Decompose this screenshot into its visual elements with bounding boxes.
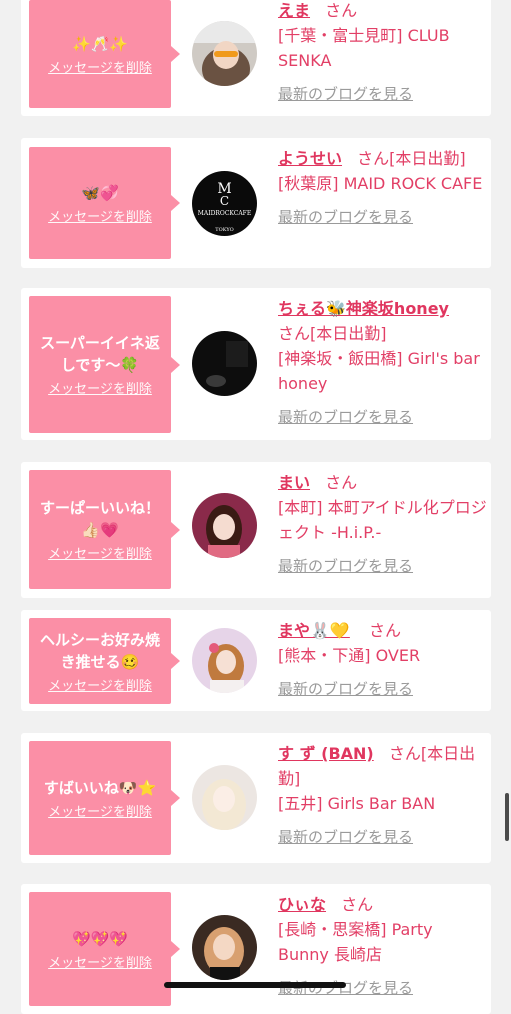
list-item: ✨🥂✨ メッセージを削除 えま さん [千葉・富士見町] CLUB SENKA … xyxy=(21,0,491,116)
delete-message-link[interactable]: メッセージを削除 xyxy=(48,378,152,397)
user-name-link[interactable]: す ず (BAN) xyxy=(278,744,374,763)
delete-message-link[interactable]: メッセージを削除 xyxy=(48,952,152,971)
list-item: ヘルシーお好み焼き推せる🥴 メッセージを削除 まや🐰💛 さん [熊本・下通] O… xyxy=(21,610,491,711)
user-name-link[interactable]: まや🐰💛 xyxy=(278,621,350,640)
message-text: 💖💖💖 xyxy=(71,929,129,948)
message-bubble: すばいいね🐶⭐ メッセージを削除 xyxy=(29,741,180,855)
message-bubble: ✨🥂✨ メッセージを削除 xyxy=(29,0,180,108)
blog-link[interactable]: 最新のブログを見る xyxy=(278,680,413,698)
avatar[interactable] xyxy=(192,21,257,86)
delete-message-link[interactable]: メッセージを削除 xyxy=(48,57,152,76)
user-name-link[interactable]: ちぇる🐝神楽坂honey xyxy=(278,299,449,318)
shop-text: [五井] Girls Bar BAN xyxy=(278,794,436,813)
delete-message-link[interactable]: メッセージを削除 xyxy=(48,543,152,562)
home-indicator[interactable] xyxy=(164,982,346,988)
user-name-link[interactable]: えま xyxy=(278,1,310,20)
message-bubble: 🦋💞 メッセージを削除 xyxy=(29,147,180,259)
shop-text: [長崎・思案橋] Party Bunny 長崎店 xyxy=(278,920,433,964)
maidrock-logo-text: MAIDROCKCAFE xyxy=(198,210,251,217)
message-text: 🦋💞 xyxy=(81,183,119,202)
blog-link[interactable]: 最新のブログを見る xyxy=(278,828,413,846)
message-bubble: 💖💖💖 メッセージを削除 xyxy=(29,892,180,1006)
status-badge: [本日出勤] xyxy=(389,149,466,168)
message-text: ヘルシーお好み焼き推せる🥴 xyxy=(39,630,160,671)
delete-message-link[interactable]: メッセージを削除 xyxy=(48,206,152,225)
avatar[interactable] xyxy=(192,915,257,980)
list-item: 🦋💞 メッセージを削除 M C MAIDROCKCAFE TOKYO ようせい … xyxy=(21,138,491,268)
maidrock-logo-sub: TOKYO xyxy=(215,227,233,233)
avatar[interactable] xyxy=(192,493,257,558)
blog-link[interactable]: 最新のブログを見る xyxy=(278,408,413,426)
list-item: すーぱーいいね！👍🏻💗 メッセージを削除 まい さん [本町] 本町アイドル化プ… xyxy=(21,462,491,598)
avatar[interactable] xyxy=(192,765,257,830)
delete-message-link[interactable]: メッセージを削除 xyxy=(48,675,152,694)
shop-text: [神楽坂・飯田橋] Girl's bar honey xyxy=(278,349,480,393)
user-name-link[interactable]: ようせい xyxy=(278,149,342,168)
message-bubble: スーパーイイネ返しです〜🍀 メッセージを削除 xyxy=(29,296,180,433)
honorific: さん xyxy=(325,473,358,492)
message-text: スーパーイイネ返しです〜🍀 xyxy=(40,334,160,374)
message-text: すばいいね🐶⭐ xyxy=(43,778,157,797)
list-item: 💖💖💖 メッセージを削除 ひぃな さん [長崎・思案橋] Party Bunny… xyxy=(21,884,491,1014)
blog-link[interactable]: 最新のブログを見る xyxy=(278,85,413,103)
message-text: すーぱーいいね！👍🏻💗 xyxy=(39,499,160,539)
blog-link[interactable]: 最新のブログを見る xyxy=(278,557,413,575)
shop-text: [千葉・富士見町] CLUB SENKA xyxy=(278,26,450,70)
avatar[interactable] xyxy=(192,628,257,693)
honorific: さん xyxy=(368,621,401,640)
shop-text: [熊本・下通] OVER xyxy=(278,646,421,665)
avatar[interactable]: M C MAIDROCKCAFE TOKYO xyxy=(192,171,257,236)
user-name-link[interactable]: まい xyxy=(278,473,310,492)
honorific: さん xyxy=(388,744,421,763)
honorific: さん xyxy=(341,895,374,914)
shop-text: [本町] 本町アイドル化プロジェクト -H.i.P.- xyxy=(278,498,487,542)
user-name-link[interactable]: ひぃな xyxy=(278,895,326,914)
svg-text:C: C xyxy=(220,194,229,208)
honorific: さん xyxy=(278,324,311,343)
delete-message-link[interactable]: メッセージを削除 xyxy=(48,801,152,820)
list-item: すばいいね🐶⭐ メッセージを削除 す ず (BAN) さん[本日出勤] [五井]… xyxy=(21,733,491,863)
scrollbar[interactable] xyxy=(505,793,509,841)
avatar[interactable] xyxy=(192,331,257,396)
blog-link[interactable]: 最新のブログを見る xyxy=(278,208,413,226)
message-bubble: すーぱーいいね！👍🏻💗 メッセージを削除 xyxy=(29,470,180,589)
shop-text: [秋葉原] MAID ROCK CAFE xyxy=(278,174,483,193)
honorific: さん xyxy=(357,149,390,168)
status-badge: [本日出勤] xyxy=(310,324,387,343)
message-bubble: ヘルシーお好み焼き推せる🥴 メッセージを削除 xyxy=(29,618,180,704)
honorific: さん xyxy=(325,1,358,20)
list-item: スーパーイイネ返しです〜🍀 メッセージを削除 ちぇる🐝神楽坂honey さん[本… xyxy=(21,288,491,440)
message-text: ✨🥂✨ xyxy=(71,34,129,53)
